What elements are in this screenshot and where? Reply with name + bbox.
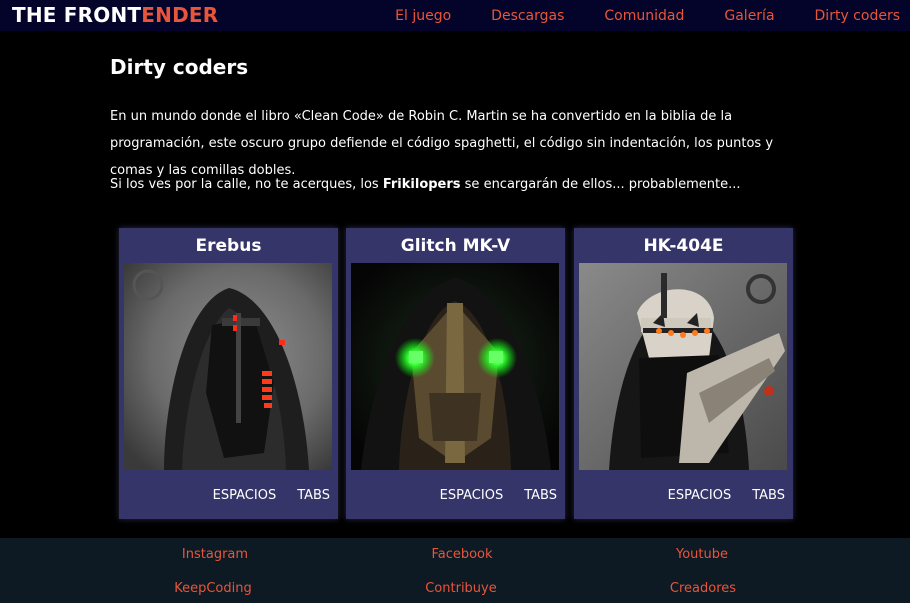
nav-link-descargas[interactable]: Descargas [491,8,564,24]
nav-link-comunidad[interactable]: Comunidad [604,8,684,24]
footer-link-facebook[interactable]: Facebook [362,547,562,562]
character-image-erebus [124,263,332,470]
main-nav: El juego Descargas Comunidad Galería Dir… [355,0,900,31]
logo-text-ender: ENDER [141,3,219,27]
warning-text-end: se encargarán de ellos... probablemente.… [460,177,741,192]
logo-text-front: THE FRONT [12,3,142,27]
card-title: Glitch MK-V [400,236,511,256]
card-actions: ESPACIOS TABS [192,488,330,503]
site-footer: Instagram Facebook Youtube KeepCoding Co… [0,538,910,603]
character-card-erebus: Erebus ESPACIOS TABS [119,228,338,519]
character-image-glitch-mk-v [351,263,559,470]
warning-text-start: Si los ves por la calle, no te acerques,… [110,177,383,192]
nav-link-dirty-coders[interactable]: Dirty coders [815,8,900,24]
footer-link-instagram[interactable]: Instagram [115,547,315,562]
character-card-hk-404e: HK-404E ESPACIOS TABS [574,228,793,519]
espacios-button[interactable]: ESPACIOS [668,488,732,503]
footer-link-creadores[interactable]: Creadores [603,581,803,596]
espacios-button[interactable]: ESPACIOS [213,488,277,503]
tabs-button[interactable]: TABS [524,488,557,503]
character-image-hk-404e [579,263,787,470]
footer-link-contribuye[interactable]: Contribuye [361,581,561,596]
espacios-button[interactable]: ESPACIOS [440,488,504,503]
card-title: Erebus [195,236,262,256]
card-actions: ESPACIOS TABS [647,488,785,503]
nav-link-galeria[interactable]: Galería [724,8,774,24]
card-title: HK-404E [643,236,724,256]
footer-link-youtube[interactable]: Youtube [602,547,802,562]
tabs-button[interactable]: TABS [752,488,785,503]
top-navigation-bar: THE FRONTENDER El juego Descargas Comuni… [0,0,910,31]
character-card-glitch-mk-v: Glitch MK-V ESPACIOS TABS [346,228,565,519]
site-logo[interactable]: THE FRONTENDER [12,4,218,26]
page-title: Dirty coders [110,55,249,79]
tabs-button[interactable]: TABS [297,488,330,503]
warning-paragraph: Si los ves por la calle, no te acerques,… [110,171,810,198]
card-actions: ESPACIOS TABS [419,488,557,503]
nav-link-el-juego[interactable]: El juego [395,8,451,24]
frikilopers-text: Frikilopers [382,177,461,192]
footer-link-keepcoding[interactable]: KeepCoding [113,581,313,596]
